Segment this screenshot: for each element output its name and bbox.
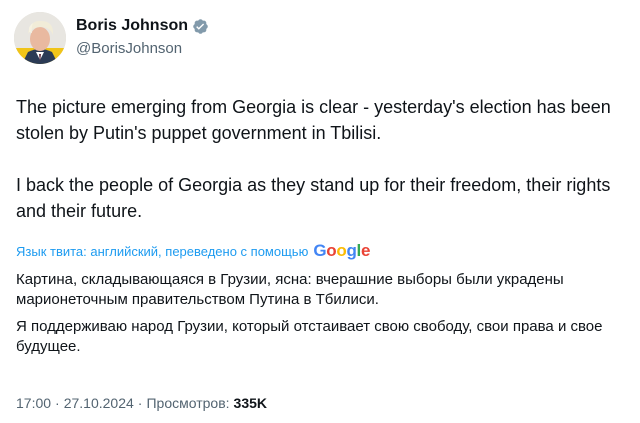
avatar[interactable] (14, 12, 66, 64)
translation-label[interactable]: Язык твита: английский, переведено с пом… (16, 244, 308, 259)
views-label: Просмотров: (146, 395, 230, 411)
tweet-paragraph: The picture emerging from Georgia is cle… (16, 97, 611, 143)
author-name-row[interactable]: Boris Johnson (76, 17, 209, 35)
translated-paragraph: Я поддерживаю народ Грузии, который отст… (16, 318, 603, 355)
tweet-text: The picture emerging from Georgia is cle… (16, 94, 628, 224)
author-display-name[interactable]: Boris Johnson (76, 17, 188, 35)
views-count[interactable]: 335K (234, 395, 267, 411)
verified-badge-icon (192, 18, 209, 35)
translated-paragraph: Картина, складывающаяся в Грузии, ясна: … (16, 271, 564, 308)
tweet-time[interactable]: 17:00 (16, 395, 51, 411)
tweet-date[interactable]: 27.10.2024 (64, 395, 134, 411)
meta-separator: · (55, 395, 60, 411)
tweet-paragraph: I back the people of Georgia as they sta… (16, 175, 611, 221)
author-handle[interactable]: @BorisJohnson (76, 40, 182, 57)
tweet-meta: 17:00 · 27.10.2024 · Просмотров: 335K (16, 395, 267, 411)
google-logo-letter: o (326, 241, 337, 260)
google-logo-letter: g (346, 241, 357, 260)
google-logo-icon: Google (313, 241, 370, 261)
translated-text: Картина, складывающаяся в Грузии, ясна: … (16, 270, 632, 364)
google-logo-letter: e (360, 241, 371, 260)
google-logo-letter: o (336, 241, 347, 260)
meta-separator: · (137, 395, 143, 411)
translation-attribution[interactable]: Язык твита: английский, переведено с пом… (16, 241, 370, 261)
avatar-photo (14, 12, 66, 64)
google-logo-letter: G (313, 241, 327, 260)
